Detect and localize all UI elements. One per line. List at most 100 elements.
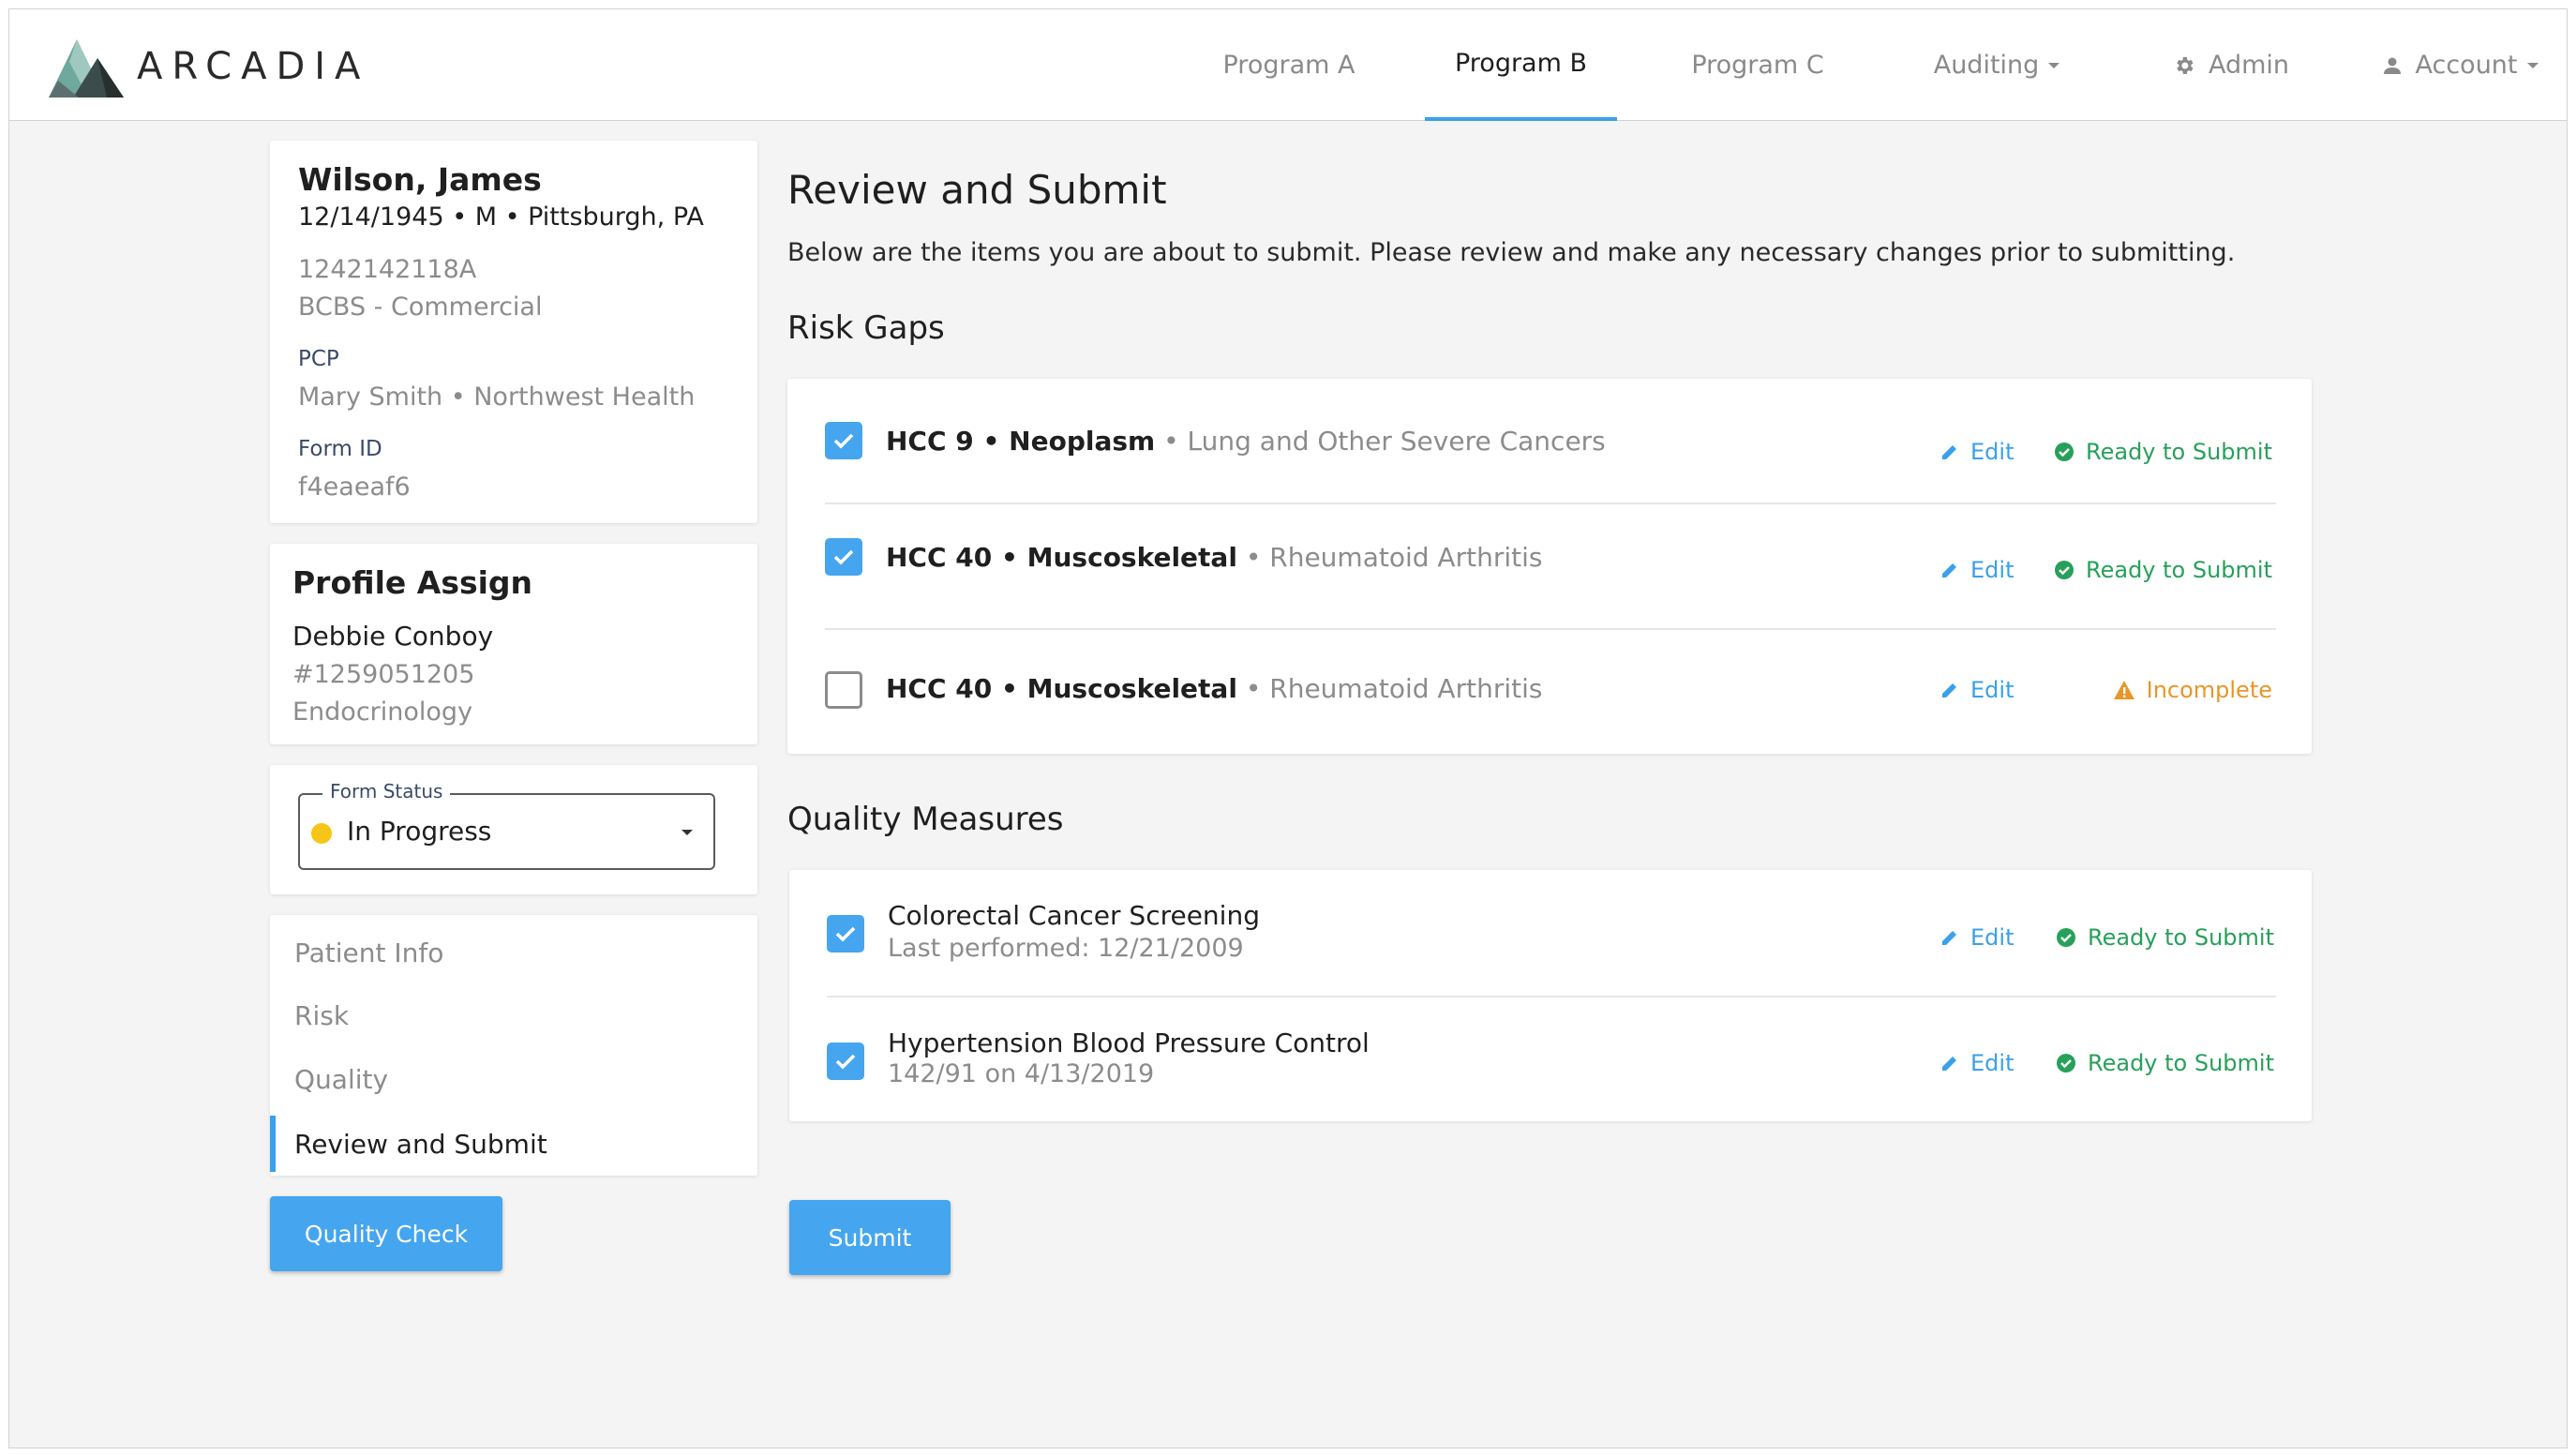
patient-card: Wilson, James 12/14/1945 • M • Pittsburg…: [270, 141, 757, 523]
quality-measure-title: Colorectal Cancer Screening: [888, 900, 1260, 931]
quality-measure-detail: Last performed: 12/21/2009: [888, 934, 1244, 963]
profile-assign-card: Profile Assign Debbie Conboy #1259051205…: [270, 544, 757, 744]
quality-check-button[interactable]: Quality Check: [270, 1196, 502, 1271]
quality-measures-card: Colorectal Cancer Screening Last perform…: [789, 870, 2312, 1121]
side-nav-label: Risk: [294, 999, 350, 1031]
nav-label: Program A: [1222, 51, 1355, 80]
pencil-icon: [1942, 683, 1956, 698]
nav-auditing[interactable]: Auditing: [1903, 9, 2090, 121]
risk-gaps-card: HCC 9 • Neoplasm • Lung and Other Severe…: [787, 379, 2312, 754]
status-ready: Ready to Submit: [2054, 557, 2272, 583]
quality-measure-row: Hypertension Blood Pressure Control 142/…: [789, 998, 2312, 1121]
edit-button[interactable]: Edit: [1940, 1050, 2014, 1076]
warning-icon: [2113, 681, 2134, 699]
gear-icon: [2173, 54, 2195, 77]
edit-button[interactable]: Edit: [1940, 924, 2014, 951]
quality-measure-title: Hypertension Blood Pressure Control: [888, 1028, 1370, 1058]
page-title: Review and Submit: [787, 167, 1167, 213]
chevron-down-icon: [2048, 62, 2060, 68]
status-label: Ready to Submit: [2088, 1050, 2274, 1076]
risk-gap-title: HCC 9 • Neoplasm • Lung and Other Severe…: [886, 426, 1606, 457]
edit-label: Edit: [1970, 557, 2014, 583]
quality-measure-checkbox[interactable]: [827, 915, 864, 952]
quality-measure-row: Colorectal Cancer Screening Last perform…: [789, 870, 2312, 996]
status-label: Incomplete: [2146, 677, 2272, 703]
risk-gap-row: HCC 9 • Neoplasm • Lung and Other Severe…: [787, 379, 2312, 502]
side-nav-label: Quality: [294, 1063, 389, 1095]
risk-gap-row: HCC 40 • Muscoskeletal • Rheumatoid Arth…: [787, 630, 2312, 754]
check-circle-icon: [2057, 928, 2075, 947]
pencil-icon: [1942, 1057, 1956, 1071]
check-icon: [835, 926, 856, 942]
side-nav-quality[interactable]: Quality: [270, 1051, 757, 1107]
side-nav-label: Patient Info: [294, 937, 444, 968]
risk-gap-title: HCC 40 • Muscoskeletal • Rheumatoid Arth…: [886, 673, 1542, 704]
nav-admin[interactable]: Admin: [2137, 9, 2325, 121]
logo-mountain-icon: [49, 39, 124, 98]
patient-name: Wilson, James: [298, 161, 542, 198]
submit-button[interactable]: Submit: [789, 1200, 951, 1275]
side-nav-review-and-submit[interactable]: Review and Submit: [270, 1116, 757, 1172]
status-ready: Ready to Submit: [2056, 1050, 2274, 1076]
risk-gap-code: HCC 40 • Muscoskeletal: [886, 673, 1237, 704]
side-nav: Patient Info Risk Quality Review and Sub…: [270, 915, 757, 1176]
risk-gap-checkbox[interactable]: [825, 538, 862, 576]
nav-program-a[interactable]: Program A: [1191, 9, 1387, 121]
edit-button[interactable]: Edit: [1940, 439, 2014, 465]
edit-label: Edit: [1970, 439, 2014, 465]
check-circle-icon: [2055, 561, 2074, 579]
form-status-card: Form Status In Progress: [270, 765, 757, 894]
edit-label: Edit: [1970, 924, 2014, 951]
form-id-label: Form ID: [298, 437, 382, 461]
status-ready: Ready to Submit: [2056, 924, 2274, 951]
risk-gap-checkbox[interactable]: [825, 422, 862, 459]
nav-label: Auditing: [1933, 51, 2040, 80]
status-label: Ready to Submit: [2088, 924, 2274, 951]
assignee-number: #1259051205: [292, 660, 475, 689]
assignee-name: Debbie Conboy: [292, 621, 494, 652]
page-description: Below are the items you are about to sub…: [787, 238, 2236, 267]
user-icon: [2383, 56, 2402, 75]
check-circle-icon: [2055, 442, 2074, 461]
edit-button[interactable]: Edit: [1940, 557, 2014, 583]
risk-gap-detail: • Lung and Other Severe Cancers: [1155, 426, 1606, 457]
check-icon: [833, 549, 854, 565]
nav-account[interactable]: Account: [2372, 9, 2550, 121]
profile-assign-title: Profile Assign: [292, 564, 533, 601]
chevron-down-icon: [681, 830, 693, 835]
nav-program-c[interactable]: Program C: [1659, 9, 1856, 121]
edit-label: Edit: [1970, 677, 2014, 703]
status-dot-icon: [311, 823, 332, 844]
nav-label: Account: [2415, 51, 2518, 80]
risk-gap-detail: • Rheumatoid Arthritis: [1236, 542, 1543, 573]
arcadia-logo[interactable]: ARCADIA: [49, 28, 360, 103]
patient-details: 12/14/1945 • M • Pittsburgh, PA: [298, 202, 704, 232]
nav-label: Admin: [2208, 51, 2290, 80]
status-label: Ready to Submit: [2086, 439, 2272, 465]
pencil-icon: [1942, 445, 1956, 459]
pencil-icon: [1942, 563, 1956, 578]
status-incomplete: Incomplete: [2113, 677, 2272, 703]
risk-gap-code: HCC 9 • Neoplasm: [886, 426, 1156, 457]
form-status-select[interactable]: Form Status In Progress: [298, 780, 715, 870]
side-nav-risk[interactable]: Risk: [270, 987, 757, 1043]
quality-measures-title: Quality Measures: [787, 801, 1064, 838]
check-icon: [835, 1054, 856, 1070]
quality-measure-checkbox[interactable]: [827, 1042, 864, 1080]
risk-gap-detail: • Rheumatoid Arthritis: [1236, 673, 1543, 704]
nav-label: Program C: [1691, 51, 1824, 80]
risk-gap-checkbox[interactable]: [825, 671, 862, 709]
logo-text: ARCADIA: [137, 45, 370, 88]
risk-gaps-title: Risk Gaps: [787, 309, 945, 347]
pcp-label: PCP: [298, 347, 339, 371]
quality-measure-detail: 142/91 on 4/13/2019: [888, 1059, 1155, 1088]
side-nav-patient-info[interactable]: Patient Info: [270, 924, 757, 981]
pencil-icon: [1942, 931, 1956, 945]
nav-program-b[interactable]: Program B: [1425, 9, 1617, 121]
edit-button[interactable]: Edit: [1940, 677, 2014, 703]
chevron-down-icon: [2526, 62, 2539, 68]
check-circle-icon: [2057, 1054, 2075, 1072]
form-status-legend: Form Status: [322, 780, 451, 802]
nav-label: Program B: [1454, 49, 1588, 78]
risk-gap-title: HCC 40 • Muscoskeletal • Rheumatoid Arth…: [886, 542, 1542, 573]
